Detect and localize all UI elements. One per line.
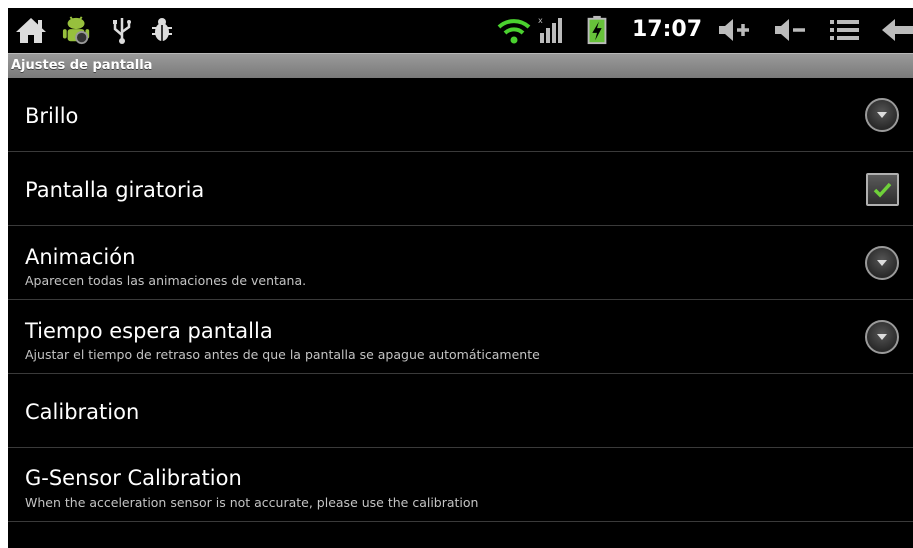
title-bar: Ajustes de pantalla: [8, 53, 913, 78]
setting-gsensor-calibration[interactable]: G-Sensor Calibration When the accelerati…: [8, 448, 913, 522]
clock: 17:07: [632, 17, 703, 42]
home-icon[interactable]: [14, 15, 48, 45]
android-screen: x 17:07 Ajustes de pantalla Brillo Panta…: [8, 8, 913, 548]
svg-text:x: x: [538, 16, 543, 25]
setting-auto-rotate[interactable]: Pantalla giratoria: [8, 152, 913, 226]
setting-title: G-Sensor Calibration: [25, 466, 242, 490]
usb-icon: [113, 18, 131, 44]
spinner-arrow-button[interactable]: [865, 246, 899, 280]
auto-rotate-checkbox[interactable]: [866, 173, 899, 206]
setting-title: Brillo: [25, 104, 79, 128]
back-icon[interactable]: [880, 15, 913, 45]
bug-icon: [152, 18, 172, 41]
battery-charging-icon: [587, 15, 607, 45]
checkmark-icon: [873, 182, 892, 198]
setting-title: Pantalla giratoria: [25, 178, 205, 202]
spinner-arrow-button[interactable]: [865, 98, 899, 132]
setting-title: Calibration: [25, 400, 140, 424]
status-bar: x 17:07: [8, 8, 913, 53]
wifi-icon: [497, 19, 531, 44]
volume-up-icon[interactable]: [716, 15, 752, 45]
setting-screen-timeout[interactable]: Tiempo espera pantalla Ajustar el tiempo…: [8, 300, 913, 374]
setting-summary: Ajustar el tiempo de retraso antes de qu…: [25, 347, 540, 362]
chevron-down-icon: [877, 112, 887, 118]
android-debug-icon: [62, 16, 90, 45]
setting-calibration[interactable]: Calibration: [8, 374, 913, 448]
setting-summary: Aparecen todas las animaciones de ventan…: [25, 273, 307, 288]
volume-down-icon[interactable]: [772, 15, 808, 45]
setting-title: Tiempo espera pantalla: [25, 319, 273, 343]
spinner-arrow-button[interactable]: [865, 320, 899, 354]
setting-summary: When the acceleration sensor is not accu…: [25, 495, 479, 510]
signal-icon: x: [538, 16, 562, 43]
menu-icon[interactable]: [828, 15, 862, 45]
setting-title: Animación: [25, 245, 136, 269]
chevron-down-icon: [877, 260, 887, 266]
page-title: Ajustes de pantalla: [11, 58, 153, 73]
chevron-down-icon: [877, 334, 887, 340]
setting-animation[interactable]: Animación Aparecen todas las animaciones…: [8, 226, 913, 300]
setting-brightness[interactable]: Brillo: [8, 78, 913, 152]
